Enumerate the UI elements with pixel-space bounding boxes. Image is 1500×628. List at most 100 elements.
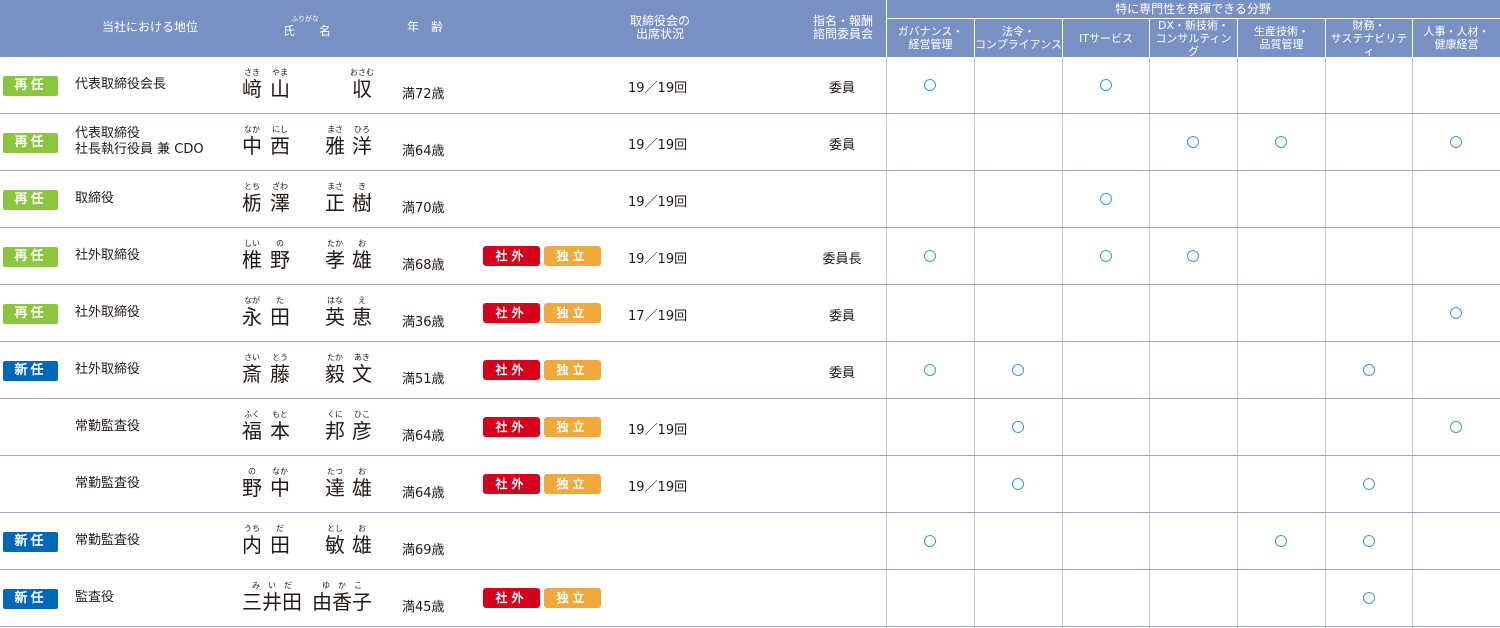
name-ruby: しい: [244, 239, 260, 248]
name-ruby: とち: [244, 182, 260, 191]
name-ruby: ゆ か こ: [322, 581, 362, 590]
age: 満69歳: [402, 543, 445, 558]
expertise-mark: [924, 535, 936, 547]
name-kanji: 雄: [352, 533, 372, 557]
reappointment-badge: 再任: [3, 247, 58, 267]
position-line: 社外取締役: [75, 305, 141, 320]
position-title: 社外取締役: [75, 305, 140, 321]
committee-role: 委員長: [822, 252, 862, 267]
name-kanji: 藤: [270, 362, 290, 386]
table-header: 当社における地位 ふりがな 氏 名 年 齢 取締役会の 出席状況 指名・報酬 諮…: [0, 0, 1500, 58]
name-ruby: だ: [276, 524, 284, 533]
name-kanji: 中: [242, 134, 262, 158]
name-ruby: にし: [272, 125, 288, 134]
table-row: 再任 代表取締役会長 﨑さき山やま収おさむ 満72歳 19／19回 委員: [0, 57, 1500, 114]
name-ruby: うち: [244, 524, 260, 533]
board-attendance: 19／19回: [628, 138, 688, 153]
name-kanji: 田: [270, 533, 290, 557]
independent-director-tag: 独立: [544, 417, 601, 437]
header-expertise-1: 法令・ コンプライアンス: [974, 19, 1062, 57]
header-expertise-5: 財務・ サステナビリティ: [1325, 19, 1412, 58]
expertise-mark: [1187, 136, 1199, 148]
header-expertise-2: ITサービス: [1062, 19, 1149, 57]
name-ruby: たか: [327, 353, 343, 362]
expertise-mark: [1275, 535, 1287, 547]
name-kanji: 田: [270, 305, 290, 329]
expertise-mark: [1450, 307, 1462, 319]
name-kanji: 雅: [325, 134, 345, 158]
position-line: 常勤監査役: [75, 533, 141, 548]
name-ruby: たつ: [327, 467, 343, 476]
table-row: 新任 社外取締役 斎さい藤とう毅たか文あき 満51歳 社外 独立 委員: [0, 342, 1500, 399]
expertise-mark: [1099, 79, 1112, 91]
reappointment-badge: 再任: [3, 304, 58, 324]
age: 満64歳: [402, 429, 445, 444]
board-attendance: 19／19回: [628, 423, 688, 438]
board-attendance: 19／19回: [628, 195, 688, 210]
name-kanji: 達: [325, 476, 345, 500]
name-ruby: さい: [244, 353, 260, 362]
age: 満45歳: [402, 600, 445, 615]
expertise-mark: [924, 79, 936, 91]
header-name-ruby: ふりがな: [291, 15, 319, 23]
independent-director-tag: 独立: [544, 474, 601, 494]
outside-director-tag: 社外: [483, 474, 540, 494]
header-attendance: 取締役会の 出席状況: [629, 14, 690, 41]
name-ruby: お: [358, 467, 366, 476]
header-expertise-0: ガバナンス・ 経営管理: [886, 19, 974, 57]
header-name: 氏 名: [282, 24, 331, 38]
table-row: 再任 社外取締役 椎しい野の孝たか雄お満68歳 社外 独立 19／19回 委員長: [0, 228, 1500, 285]
name-kanji: 敏: [325, 533, 345, 557]
name-kanji: 椎: [242, 248, 262, 272]
position-title: 取締役: [75, 191, 114, 207]
age: 満64歳: [402, 486, 445, 501]
position-line: 監査役: [75, 590, 115, 605]
name-kanji: 内: [242, 533, 262, 557]
name-kanji: 樹: [352, 191, 372, 215]
header-expertise-3: DX・新技術・ コンサルティング: [1149, 19, 1237, 58]
name-ruby: もと: [272, 410, 288, 419]
name-kanji: 野: [242, 476, 262, 500]
position-line: 代表取締役: [75, 126, 141, 141]
independent-director-tag: 独立: [544, 246, 601, 266]
age: 満68歳: [402, 258, 445, 273]
name-ruby: お: [358, 239, 366, 248]
name-kanji: 雄: [352, 476, 372, 500]
position-title: 常勤監査役: [75, 419, 140, 435]
name-ruby: なが: [244, 296, 260, 305]
outside-director-tag: 社外: [483, 360, 540, 380]
name-ruby: ふく: [244, 410, 260, 419]
expertise-mark: [1187, 250, 1199, 262]
position-title: 社外取締役: [75, 362, 140, 378]
new-appointment-badge: 新任: [3, 361, 58, 381]
table-row: 再任 代表取締役 社長執行役員 兼 CDO 中なか西にし雅まさ洋ひろ 満64歳 19／19…: [0, 114, 1500, 171]
position-title: 社外取締役: [75, 248, 140, 264]
new-appointment-badge: 新任: [3, 532, 58, 552]
header-expertise-6: 人事・人材・ 健康経営: [1412, 19, 1500, 57]
expertise-mark: [1012, 364, 1024, 376]
name-kanji: 野: [270, 248, 290, 272]
outside-director-tag: 社外: [483, 303, 540, 323]
name-kanji: 恵: [352, 305, 372, 329]
name-ruby: さき: [244, 68, 260, 77]
name-kanji: 毅: [325, 362, 345, 386]
reappointment-badge: 再任: [3, 76, 58, 96]
name-kanji: 収: [352, 77, 372, 101]
independent-director-tag: 独立: [544, 588, 601, 608]
name-kanji: 彦: [352, 419, 372, 443]
position-line: 常勤監査役: [75, 419, 141, 434]
position-line: 代表取締役会長: [75, 77, 167, 92]
board-attendance: 19／19回: [628, 480, 688, 495]
age: 満72歳: [402, 87, 445, 102]
name-kanji: 栃: [242, 191, 262, 215]
name-kanji: 邦: [325, 419, 345, 443]
name-ruby: あき: [354, 353, 370, 362]
name-ruby: なか: [272, 467, 288, 476]
name-ruby: おさむ: [350, 68, 374, 77]
name-ruby: まさ: [327, 125, 343, 134]
name-kanji: 西: [270, 134, 290, 158]
outside-director-tag: 社外: [483, 588, 540, 608]
expertise-mark: [924, 364, 936, 376]
table-row: 再任 取締役 栃とち澤ざわ正まさ樹き満70歳 19／19回: [0, 171, 1500, 228]
age: 満70歳: [402, 201, 445, 216]
